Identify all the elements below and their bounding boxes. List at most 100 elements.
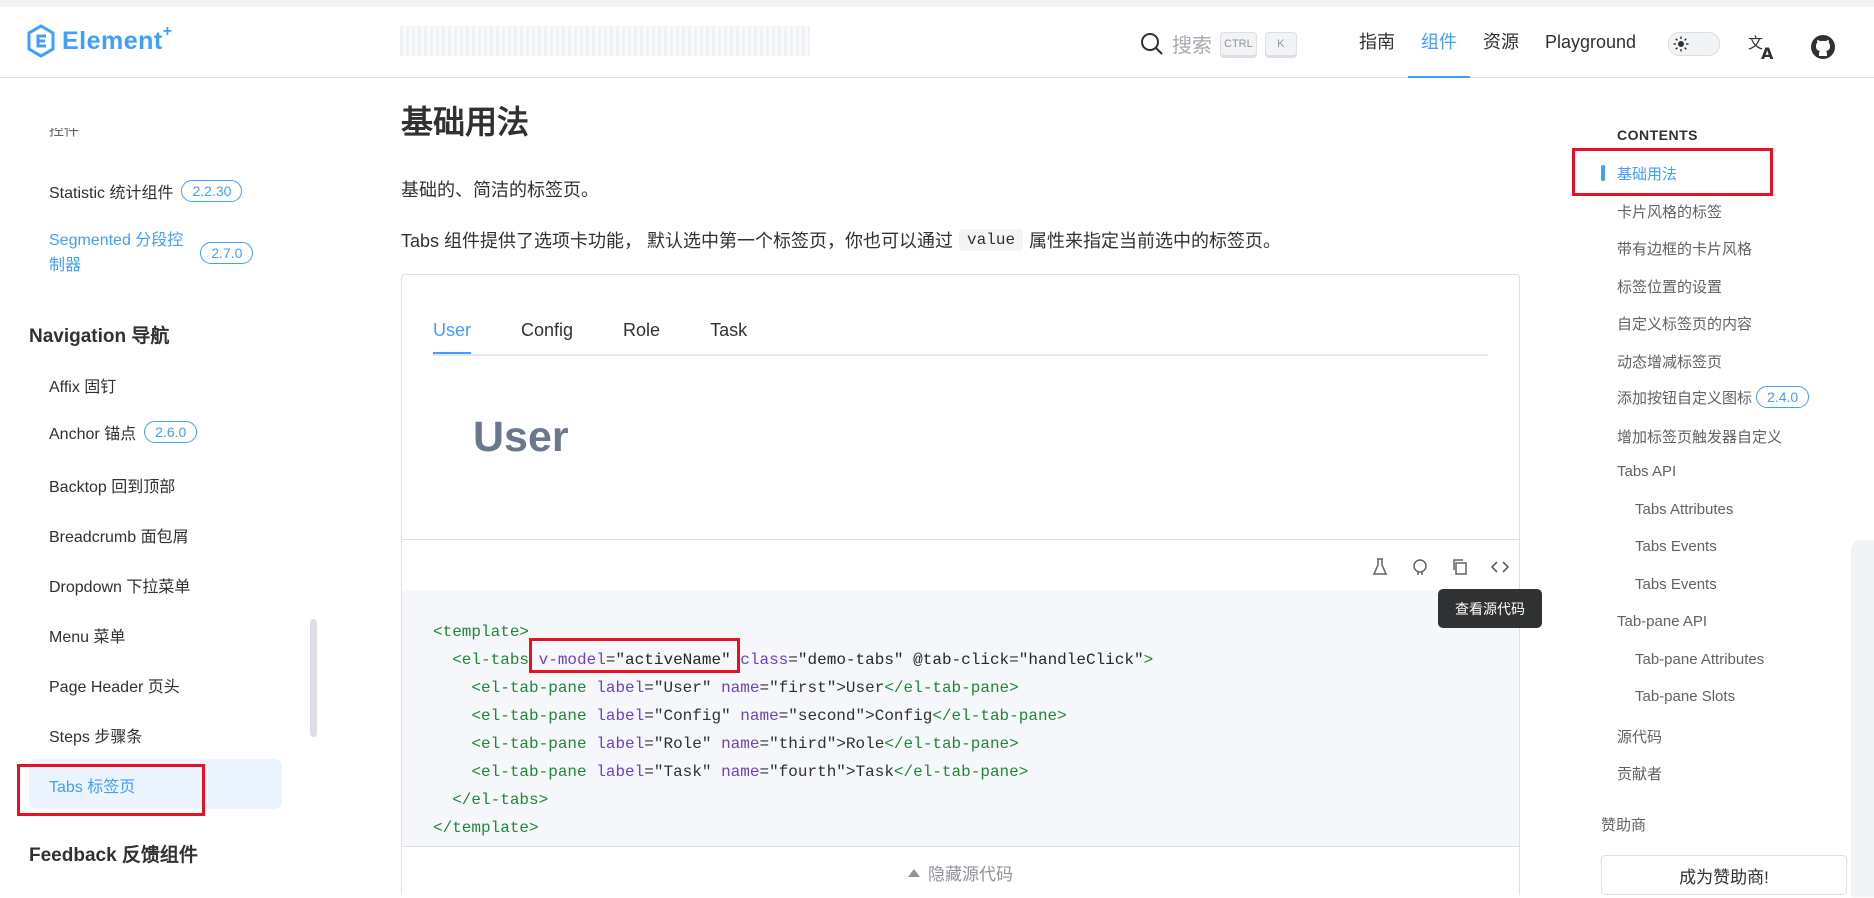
sidebar-item-label: Segmented 分段控 制器 [49, 228, 183, 278]
nav-guide[interactable]: 指南 [1346, 7, 1408, 77]
code-class-attr: class [740, 651, 789, 669]
sidebar-item-dropdown[interactable]: Dropdown 下拉菜单 [49, 573, 190, 597]
side-floating-widget[interactable] [1851, 540, 1874, 897]
sidebar-item-page-header[interactable]: Page Header 页头 [49, 673, 180, 697]
annotation-box-sidebar-tabs [17, 764, 205, 816]
toc-item-tabs-events-2[interactable]: Tabs Events [1635, 576, 1717, 593]
toc-item-tab-pane-api[interactable]: Tab-pane API [1617, 613, 1707, 630]
sidebar-item-label: Menu 菜单 [49, 629, 126, 646]
tab-config[interactable]: Config [521, 302, 573, 352]
description-before: Tabs 组件提供了选项卡功能， 默认选中第一个标签页，你也可以通过 [401, 231, 954, 251]
github-icon[interactable] [1810, 34, 1836, 65]
logo[interactable]: Element + [26, 23, 172, 58]
code-label-attr: label [596, 707, 645, 725]
toc-item-contributors[interactable]: 贡献者 [1617, 763, 1662, 784]
tab-task[interactable]: Task [710, 302, 747, 352]
toc-item-border-card[interactable]: 带有边框的卡片风格 [1617, 238, 1752, 259]
sidebar-item-label: Breadcrumb 面包屑 [49, 529, 189, 546]
code-pane-close: </el-tab-pane> [893, 763, 1029, 781]
code-class-value: "demo-tabs" [797, 651, 904, 669]
svg-text:A: A [1761, 44, 1774, 60]
sidebar-item-partial[interactable]: 控件 [49, 128, 79, 140]
nav-resources[interactable]: 资源 [1470, 7, 1532, 77]
version-badge: 2.4.0 [1756, 386, 1810, 408]
search-label: 搜索 [1172, 35, 1212, 57]
sidebar-item-segmented[interactable]: Segmented 分段控 制器 2.7.0 [49, 228, 254, 278]
element-logo-icon [27, 24, 55, 58]
toc-item-custom-tab[interactable]: 自定义标签页的内容 [1617, 313, 1752, 334]
kbd-ctrl: CTRL [1220, 31, 1257, 56]
code-name-attr: name [721, 735, 760, 753]
sidebar-item-label: Anchor 锚点 [49, 426, 137, 443]
view-source-tooltip: 查看源代码 [1438, 589, 1542, 628]
description-after: 属性来指定当前选中的标签页。 [1029, 231, 1282, 251]
code-template-close: </template> [433, 819, 539, 837]
sidebar-item-statistic[interactable]: Statistic 统计组件 2.2.30 [49, 179, 243, 203]
sidebar-group-navigation: Navigation 导航 [29, 326, 170, 347]
code-name-attr: name [721, 679, 760, 697]
blurred-header-area [400, 26, 810, 56]
code-name-attr: name [721, 763, 760, 781]
translate-icon[interactable]: 文 A [1748, 34, 1776, 65]
code-label-value: "Config" [653, 707, 731, 725]
toc-item-tab-position[interactable]: 标签位置的设置 [1617, 276, 1722, 297]
code-pane-text: >User [836, 679, 885, 697]
github-edit-icon[interactable] [1400, 555, 1440, 579]
sidebar-item-label-line1: Segmented 分段控 [49, 232, 184, 249]
code-click-value: "handleClick" [1018, 651, 1144, 669]
toc-item-tabs-events[interactable]: Tabs Events [1635, 538, 1717, 555]
demo-operations [1360, 555, 1520, 579]
nav-components[interactable]: 组件 [1408, 7, 1470, 78]
page-title: 基础用法 [401, 104, 530, 140]
sidebar-item-label-line2: 制器 [49, 257, 82, 274]
intro-text: 基础的、简洁的标签页。 [401, 180, 599, 200]
description-text: Tabs 组件提供了选项卡功能， 默认选中第一个标签页，你也可以通过 value… [401, 227, 1281, 253]
code-el-tabs-close: </el-tabs> [452, 791, 549, 809]
code-pane-close: </el-tab-pane> [884, 735, 1019, 753]
theme-toggle[interactable] [1668, 32, 1720, 56]
code-pane-open: <el-tab-pane [471, 707, 587, 725]
hide-source-button[interactable]: 隐藏源代码 [402, 846, 1519, 898]
toc-heading: CONTENTS [1617, 127, 1698, 143]
kbd-k: K [1264, 31, 1297, 56]
sidebar-scrollbar[interactable] [310, 619, 317, 737]
search-button[interactable]: 搜索 CTRL K [1140, 29, 1297, 58]
toc-item-custom-add-icon[interactable]: 添加按钮自定义图标 2.4.0 [1617, 386, 1810, 408]
sidebar-item-label: Dropdown 下拉菜单 [49, 579, 191, 596]
become-sponsor-button[interactable]: 成为赞助商! [1601, 855, 1847, 895]
sidebar-item-menu[interactable]: Menu 菜单 [49, 623, 125, 647]
toc-item-source[interactable]: 源代码 [1617, 726, 1662, 747]
sidebar-item-anchor[interactable]: Anchor 锚点 2.6.0 [49, 420, 198, 444]
code-label-attr: label [596, 679, 645, 697]
nav-playground[interactable]: Playground [1532, 7, 1649, 77]
sidebar-item-breadcrumb[interactable]: Breadcrumb 面包屑 [49, 523, 189, 547]
sidebar-item-affix[interactable]: Affix 固钉 [49, 373, 116, 397]
code-template-open: <template> [433, 623, 530, 641]
copy-icon[interactable] [1440, 555, 1480, 579]
tab-user[interactable]: User [433, 302, 472, 354]
toc-item-tab-pane-slots[interactable]: Tab-pane Slots [1635, 688, 1735, 705]
toc-item-dynamic-tabs[interactable]: 动态增减标签页 [1617, 351, 1722, 372]
sidebar-item-backtop[interactable]: Backtop 回到顶部 [49, 473, 175, 497]
code-label-value: "Task" [653, 763, 712, 781]
sidebar-item-label: Affix 固钉 [49, 379, 117, 396]
toc-item-tab-pane-attributes[interactable]: Tab-pane Attributes [1635, 651, 1764, 668]
site-header: Element + 搜索 CTRL K 指南 组件 资源 Playground [0, 7, 1874, 78]
code-pane-open: <el-tab-pane [471, 763, 587, 781]
toc-item-tabs-attributes[interactable]: Tabs Attributes [1635, 501, 1733, 518]
sun-icon [1671, 34, 1691, 54]
code-pane-text: >Role [836, 735, 885, 753]
toc-item-card-style[interactable]: 卡片风格的标签 [1617, 201, 1722, 222]
toc-item-trigger[interactable]: 增加标签页触发器自定义 [1617, 426, 1782, 447]
top-nav: 指南 组件 资源 Playground [1346, 7, 1649, 78]
tab-pane-content: User [473, 413, 569, 461]
code-name-value: "third" [769, 735, 837, 753]
view-source-code-icon[interactable] [1480, 555, 1520, 579]
sidebar-item-steps[interactable]: Steps 步骤条 [49, 723, 142, 747]
sidebar-item-label: Backtop 回到顶部 [49, 479, 176, 496]
code-pane-close: </el-tab-pane> [884, 679, 1019, 697]
toc-item-tabs-api[interactable]: Tabs API [1617, 463, 1676, 480]
caret-up-icon [908, 868, 920, 877]
playground-flask-icon[interactable] [1360, 555, 1400, 579]
tab-role[interactable]: Role [623, 302, 660, 352]
